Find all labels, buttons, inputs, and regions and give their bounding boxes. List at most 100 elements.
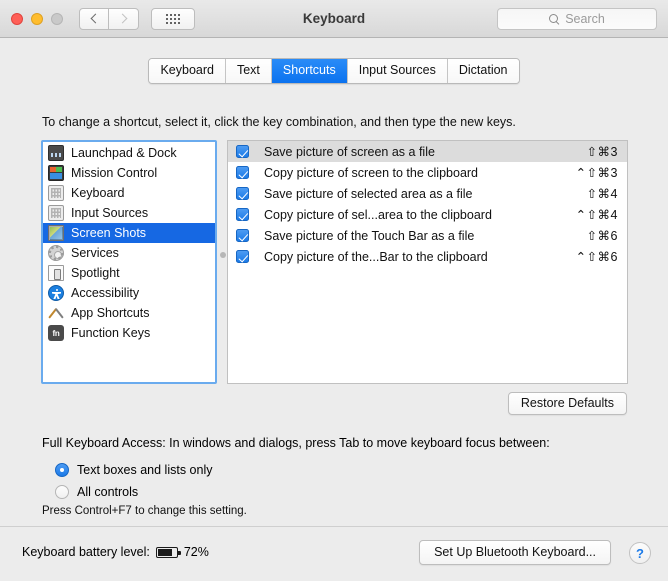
- shortcut-checkbox[interactable]: [236, 187, 249, 200]
- shortcut-name: Copy picture of sel...area to the clipbo…: [264, 207, 492, 222]
- shortcut-name: Copy picture of screen to the clipboard: [264, 165, 479, 180]
- table-row[interactable]: Save picture of the Touch Bar as a file …: [228, 225, 627, 246]
- tab-bar-container: Keyboard Text Shortcuts Input Sources Di…: [0, 38, 668, 84]
- gear-icon: [48, 245, 64, 261]
- radio-button[interactable]: [55, 463, 69, 477]
- shortcut-name: Save picture of screen as a file: [264, 144, 435, 159]
- tab-shortcuts[interactable]: Shortcuts: [271, 59, 348, 83]
- shortcut-key-combo[interactable]: ⇧⌘4: [587, 186, 618, 201]
- radio-option-text-boxes[interactable]: Text boxes and lists only: [55, 459, 213, 481]
- chevron-left-icon: [90, 13, 101, 24]
- shortcut-name: Copy picture of the...Bar to the clipboa…: [264, 249, 488, 264]
- search-field[interactable]: Search: [497, 8, 657, 30]
- shortcut-checkbox[interactable]: [236, 145, 249, 158]
- control-f7-note: Press Control+F7 to change this setting.: [42, 505, 247, 517]
- shortcut-name: Save picture of the Touch Bar as a file: [264, 228, 475, 243]
- close-button[interactable]: [11, 12, 23, 25]
- shortcut-checkbox[interactable]: [236, 208, 249, 221]
- restore-defaults-button[interactable]: Restore Defaults: [507, 392, 627, 415]
- shortcut-panels: Launchpad & Dock Mission Control Keyboar…: [41, 140, 628, 384]
- shortcut-key-combo[interactable]: ⌃⇧⌘3: [576, 165, 618, 180]
- table-row[interactable]: Copy picture of screen to the clipboard …: [228, 162, 627, 183]
- navigation-buttons: [79, 7, 139, 30]
- input-sources-icon: [48, 205, 64, 221]
- shortcut-key-combo[interactable]: ⌃⇧⌘6: [576, 249, 618, 264]
- shortcut-name: Save picture of selected area as a file: [264, 186, 473, 201]
- sidebar-item-label: App Shortcuts: [71, 306, 150, 320]
- radio-option-all-controls[interactable]: All controls: [55, 481, 213, 503]
- sidebar-item-label: Mission Control: [71, 166, 158, 180]
- forward-button[interactable]: [109, 7, 139, 30]
- tab-dictation[interactable]: Dictation: [447, 59, 519, 83]
- sidebar-item-label: Launchpad & Dock: [71, 146, 177, 160]
- shortcut-checkbox[interactable]: [236, 229, 249, 242]
- battery-percent: 72%: [183, 545, 209, 559]
- accessibility-icon: [48, 285, 64, 301]
- full-keyboard-access-radio-group: Text boxes and lists only All controls: [55, 459, 213, 503]
- sidebar-item-label: Services: [71, 246, 119, 260]
- table-row[interactable]: Save picture of screen as a file ⇧⌘3: [228, 141, 627, 162]
- full-keyboard-access-label: Full Keyboard Access: In windows and dia…: [42, 436, 550, 450]
- sidebar-item-label: Input Sources: [71, 206, 149, 220]
- setup-bluetooth-keyboard-button[interactable]: Set Up Bluetooth Keyboard...: [419, 540, 611, 565]
- screenshot-icon: [48, 225, 64, 241]
- sidebar-item-label: Function Keys: [71, 326, 151, 340]
- search-placeholder: Search: [565, 12, 605, 26]
- sidebar-item-input-sources[interactable]: Input Sources: [43, 203, 215, 223]
- shortcut-key-combo[interactable]: ⇧⌘6: [587, 228, 618, 243]
- sidebar-item-label: Screen Shots: [71, 226, 147, 240]
- sidebar-item-services[interactable]: Services: [43, 243, 215, 263]
- battery-status: Keyboard battery level: 72%: [22, 545, 209, 559]
- instruction-text: To change a shortcut, select it, click t…: [42, 115, 516, 129]
- chevron-right-icon: [117, 13, 127, 24]
- tab-text[interactable]: Text: [225, 59, 272, 83]
- mission-control-icon: [48, 165, 64, 181]
- sidebar-item-launchpad-dock[interactable]: Launchpad & Dock: [43, 143, 215, 163]
- shortcut-key-combo[interactable]: ⌃⇧⌘4: [576, 207, 618, 222]
- table-row[interactable]: Copy picture of the...Bar to the clipboa…: [228, 246, 627, 267]
- keyboard-icon: [48, 185, 64, 201]
- shortcut-key-combo[interactable]: ⇧⌘3: [587, 144, 618, 159]
- fn-key-icon: fn: [48, 325, 64, 341]
- keyboard-preferences-window: Keyboard Search Keyboard Text Shortcuts …: [0, 0, 668, 581]
- tab-keyboard[interactable]: Keyboard: [149, 59, 226, 83]
- spotlight-icon: [48, 265, 64, 281]
- back-button[interactable]: [79, 7, 109, 30]
- shortcuts-pane: To change a shortcut, select it, click t…: [0, 84, 668, 526]
- window-controls: [11, 12, 63, 25]
- radio-button[interactable]: [55, 485, 69, 499]
- zoom-button[interactable]: [51, 12, 63, 25]
- show-all-button[interactable]: [151, 7, 195, 30]
- panel-splitter[interactable]: [219, 140, 227, 384]
- radio-label: All controls: [77, 485, 139, 499]
- sidebar-item-keyboard[interactable]: Keyboard: [43, 183, 215, 203]
- sidebar-item-label: Spotlight: [71, 266, 120, 280]
- shortcuts-list[interactable]: Save picture of screen as a file ⇧⌘3 Cop…: [227, 140, 628, 384]
- dock-icon: [48, 145, 64, 161]
- sidebar-item-accessibility[interactable]: Accessibility: [43, 283, 215, 303]
- sidebar-item-label: Accessibility: [71, 286, 140, 300]
- minimize-button[interactable]: [31, 12, 43, 25]
- tab-input-sources[interactable]: Input Sources: [347, 59, 448, 83]
- table-row[interactable]: Save picture of selected area as a file …: [228, 183, 627, 204]
- sidebar-item-mission-control[interactable]: Mission Control: [43, 163, 215, 183]
- help-button[interactable]: ?: [629, 542, 651, 564]
- footer-bar: Keyboard battery level: 72% Set Up Bluet…: [0, 526, 668, 581]
- search-icon: [549, 13, 560, 25]
- category-sidebar[interactable]: Launchpad & Dock Mission Control Keyboar…: [41, 140, 217, 384]
- shortcut-checkbox[interactable]: [236, 166, 249, 179]
- grid-icon: [166, 13, 180, 24]
- table-row[interactable]: Copy picture of sel...area to the clipbo…: [228, 204, 627, 225]
- radio-label: Text boxes and lists only: [77, 463, 213, 477]
- shortcut-checkbox[interactable]: [236, 250, 249, 263]
- splitter-handle[interactable]: [220, 252, 226, 258]
- sidebar-item-app-shortcuts[interactable]: App Shortcuts: [43, 303, 215, 323]
- battery-icon: [155, 546, 181, 558]
- title-bar: Keyboard Search: [0, 0, 668, 38]
- sidebar-item-function-keys[interactable]: fn Function Keys: [43, 323, 215, 343]
- battery-label: Keyboard battery level:: [22, 545, 150, 559]
- sidebar-item-screen-shots[interactable]: Screen Shots: [43, 223, 215, 243]
- tab-bar: Keyboard Text Shortcuts Input Sources Di…: [148, 58, 520, 84]
- sidebar-item-label: Keyboard: [71, 186, 125, 200]
- sidebar-item-spotlight[interactable]: Spotlight: [43, 263, 215, 283]
